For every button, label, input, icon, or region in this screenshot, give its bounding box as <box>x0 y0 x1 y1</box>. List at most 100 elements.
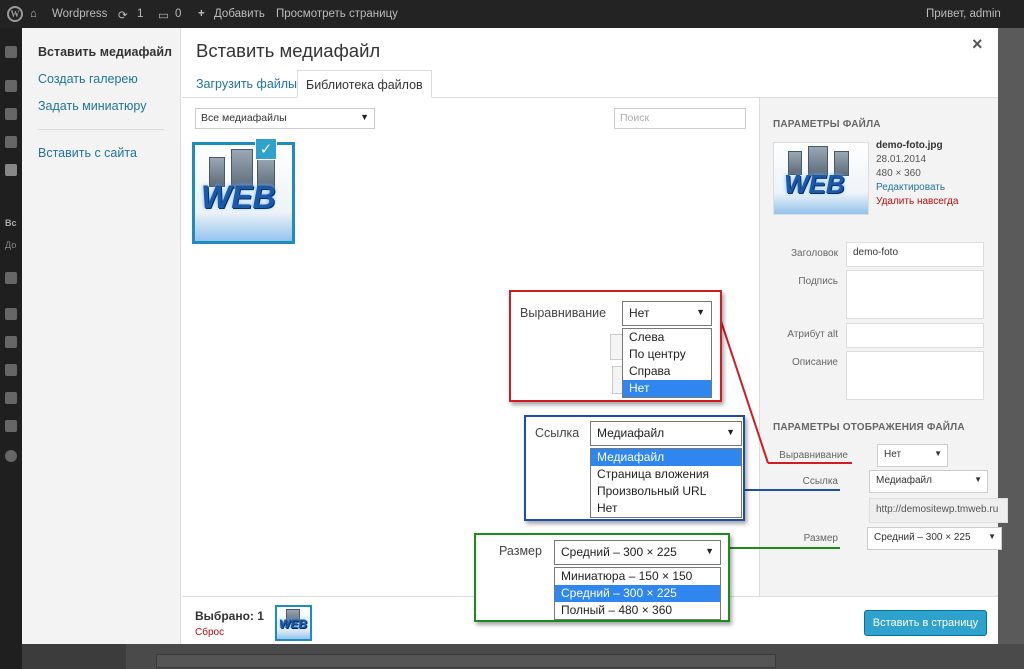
pages-icon <box>5 164 17 176</box>
chevron-down-icon: ▼ <box>934 449 942 458</box>
align-callout-label: Выравнивание <box>520 306 607 320</box>
web-logo-image: WEB <box>277 607 310 639</box>
align-label: Выравнивание <box>779 450 848 461</box>
selected-check-icon[interactable]: ✓ <box>255 138 277 160</box>
size-option-full[interactable]: Полный – 480 × 360 <box>555 602 720 619</box>
size-callout-value: Средний – 300 × 225 <box>561 545 677 559</box>
align-options-list: Слева По центру Справа Нет <box>622 328 712 398</box>
link-option-custom-url[interactable]: Произвольный URL <box>591 483 741 500</box>
attachment-thumbnail[interactable]: WEB <box>192 142 295 244</box>
background-content <box>156 654 776 668</box>
size-callout-select[interactable]: Средний – 300 × 225 ▼ <box>554 540 721 565</box>
file-date: 28.01.2014 <box>876 154 927 165</box>
link-callout-select[interactable]: Медиафайл ▼ <box>590 421 742 446</box>
size-option-medium[interactable]: Средний – 300 × 225 <box>555 585 720 602</box>
admin-menu-background: Вс До <box>0 28 22 669</box>
updates-icon[interactable]: ⟳ <box>118 8 128 22</box>
close-icon[interactable]: × <box>972 34 983 55</box>
menu-item-create-gallery[interactable]: Создать галерею <box>38 72 138 86</box>
glow-graphic <box>195 212 292 241</box>
add-new-link[interactable]: Добавить <box>214 8 265 20</box>
link-select[interactable]: Медиафайл ▼ <box>869 470 988 493</box>
chevron-down-icon: ▼ <box>360 112 369 122</box>
plugins-icon <box>5 336 17 348</box>
title-label: Заголовок <box>790 248 838 259</box>
pin-icon <box>5 80 17 92</box>
menu-item-text: Вс <box>5 218 17 228</box>
insert-into-page-button[interactable]: Вставить в страницу <box>864 610 987 636</box>
menu-item-set-featured[interactable]: Задать миниатюру <box>38 99 146 113</box>
align-option-center[interactable]: По центру <box>623 346 711 363</box>
collapse-icon <box>5 450 17 462</box>
title-field[interactable]: demo-foto <box>846 242 984 267</box>
size-callout-label: Размер <box>499 544 542 558</box>
align-select[interactable]: Нет ▼ <box>877 444 948 467</box>
wordpress-logo-icon[interactable]: W <box>7 6 23 22</box>
chevron-down-icon: ▼ <box>974 475 982 484</box>
web-logo-text: WEB <box>784 169 845 199</box>
users-icon <box>5 364 17 376</box>
align-callout: Выравнивание Нет ▼ Слева По центру Справ… <box>509 290 722 402</box>
link-select-value: Медиафайл <box>876 475 932 486</box>
web-logo-image: WEB <box>774 143 868 214</box>
link-url-field[interactable]: http://demositewp.tmweb.ru <box>869 498 1008 523</box>
alt-field[interactable] <box>846 323 984 348</box>
file-dimensions: 480 × 360 <box>876 168 921 179</box>
align-option-left[interactable]: Слева <box>623 329 711 346</box>
details-heading: Параметры файла <box>773 119 881 130</box>
view-page-link[interactable]: Просмотреть страницу <box>276 8 398 20</box>
selected-thumbnail[interactable]: WEB <box>275 605 312 641</box>
web-logo-text: WEB <box>201 179 276 215</box>
greeting-link[interactable]: Привет, admin <box>926 8 1001 20</box>
caption-label: Подпись <box>798 276 838 287</box>
link-option-media-file[interactable]: Медиафайл <box>591 449 741 466</box>
align-callout-select[interactable]: Нет ▼ <box>622 301 712 326</box>
comments-icon[interactable]: ▭ <box>158 8 169 22</box>
link-callout-label: Ссылка <box>535 426 580 440</box>
add-icon[interactable]: + <box>198 8 205 20</box>
admin-bar: W ⌂ Wordpress ⟳ 1 ▭ 0 + Добавить Просмот… <box>0 0 1024 28</box>
size-callout: Размер Средний – 300 × 225 ▼ Миниатюра –… <box>474 533 730 622</box>
caption-field[interactable] <box>846 270 984 319</box>
media-filter-value: Все медиафайлы <box>201 112 287 124</box>
menu-item-text: До <box>5 240 17 250</box>
pin-icon <box>5 108 17 120</box>
edit-image-link[interactable]: Редактировать <box>876 182 945 193</box>
modal-title: Вставить медиафайл <box>196 40 381 61</box>
chevron-down-icon: ▼ <box>696 307 705 317</box>
site-name-link[interactable]: Wordpress <box>52 8 107 20</box>
details-thumbnail: WEB <box>773 142 869 215</box>
tab-upload-files[interactable]: Загрузить файлы <box>188 70 305 98</box>
link-option-attachment-page[interactable]: Страница вложения <box>591 466 741 483</box>
comments-count[interactable]: 0 <box>175 8 181 20</box>
reset-selection-link[interactable]: Сброс <box>195 627 224 638</box>
align-option-right[interactable]: Справа <box>623 363 711 380</box>
search-input[interactable]: Поиск <box>614 108 746 129</box>
file-name: demo-foto.jpg <box>876 140 943 151</box>
menu-separator <box>38 129 164 130</box>
description-label: Описание <box>791 357 838 368</box>
chevron-down-icon: ▼ <box>705 546 714 556</box>
updates-count[interactable]: 1 <box>137 8 143 20</box>
link-callout: Ссылка Медиафайл ▼ Медиафайл Страница вл… <box>524 415 745 521</box>
link-option-none[interactable]: Нет <box>591 500 741 517</box>
appearance-icon <box>5 308 17 320</box>
size-select[interactable]: Средний – 300 × 225 ▼ <box>867 527 1002 550</box>
media-filter-select[interactable]: Все медиафайлы ▼ <box>195 108 375 129</box>
media-menu: Вставить медиафайл Создать галерею Задат… <box>22 28 181 644</box>
menu-item-insert-media[interactable]: Вставить медиафайл <box>38 45 172 59</box>
menu-item-insert-from-url[interactable]: Вставить с сайта <box>38 146 137 160</box>
align-callout-value: Нет <box>629 306 650 320</box>
size-options-list: Миниатюра – 150 × 150 Средний – 300 × 22… <box>554 567 721 620</box>
chevron-down-icon: ▼ <box>988 532 996 541</box>
align-option-none[interactable]: Нет <box>623 380 711 397</box>
home-icon[interactable]: ⌂ <box>30 8 37 20</box>
description-field[interactable] <box>846 351 984 400</box>
size-option-thumbnail[interactable]: Миниатюра – 150 × 150 <box>555 568 720 585</box>
tab-media-library[interactable]: Библиотека файлов <box>297 70 432 98</box>
link-options-list: Медиафайл Страница вложения Произвольный… <box>590 448 742 518</box>
size-select-value: Средний – 300 × 225 <box>874 532 971 543</box>
delete-permanently-link[interactable]: Удалить навсегда <box>876 196 958 207</box>
display-settings-heading: Параметры отображения файла <box>773 422 965 433</box>
link-callout-value: Медиафайл <box>597 426 665 440</box>
